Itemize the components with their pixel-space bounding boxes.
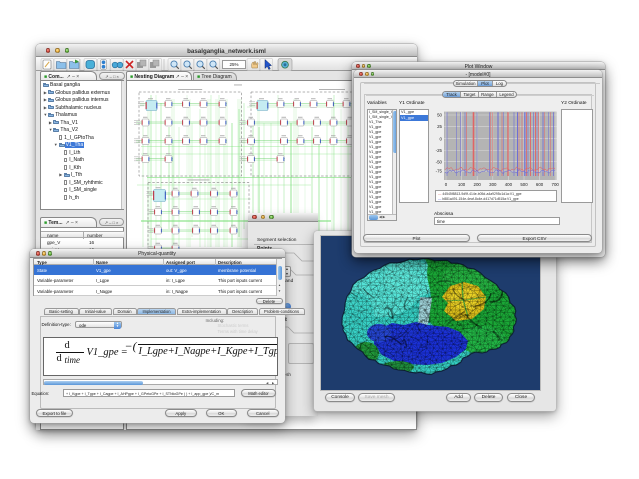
svg-text:700: 700 bbox=[552, 182, 560, 187]
svg-text:500: 500 bbox=[520, 182, 528, 187]
svg-text:-75: -75 bbox=[436, 169, 443, 174]
svg-text:25: 25 bbox=[437, 124, 442, 129]
svg-text:50: 50 bbox=[437, 113, 442, 118]
svg-text:400: 400 bbox=[505, 182, 513, 187]
svg-text:600: 600 bbox=[536, 182, 544, 187]
svg-text:-25: -25 bbox=[436, 148, 443, 153]
svg-text:300: 300 bbox=[489, 182, 497, 187]
svg-text:0: 0 bbox=[445, 182, 448, 187]
svg-text:100: 100 bbox=[458, 182, 466, 187]
svg-text:-50: -50 bbox=[436, 159, 443, 164]
svg-text:200: 200 bbox=[474, 182, 482, 187]
svg-text:0: 0 bbox=[440, 136, 443, 141]
